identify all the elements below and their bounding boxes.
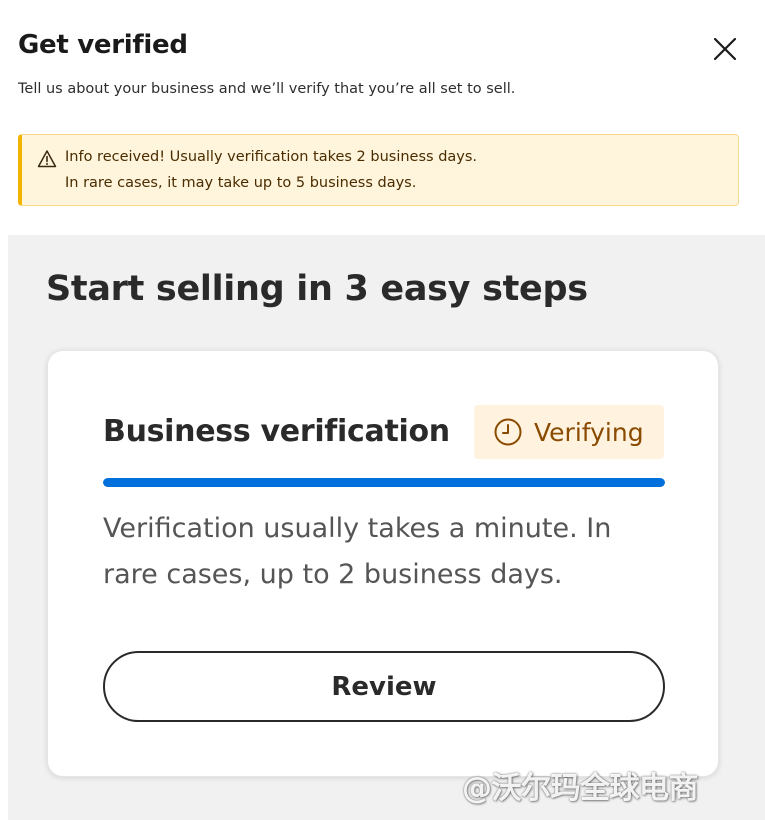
info-alert: Info received! Usually verification take… (18, 134, 739, 206)
status-badge: Verifying (474, 405, 664, 459)
progress-bar-fill (103, 478, 665, 487)
dialog-title: Get verified (18, 30, 188, 60)
steps-heading: Start selling in 3 easy steps (46, 269, 588, 309)
steps-panel: Start selling in 3 easy steps Business v… (8, 235, 765, 820)
warning-icon (37, 150, 57, 168)
watermark: @沃尔玛全球电商 (462, 771, 699, 806)
alert-message-line2: In rare cases, it may take up to 5 busin… (65, 175, 417, 191)
status-label: Verifying (534, 417, 644, 447)
card-title: Business verification (103, 414, 450, 449)
business-verification-card: Business verification Verifying Verifica… (47, 350, 719, 777)
close-button[interactable] (706, 30, 744, 68)
dialog-subtitle: Tell us about your business and we’ll ve… (18, 81, 516, 97)
dialog-header: Get verified Tell us about your business… (0, 0, 765, 235)
progress-bar (103, 478, 665, 487)
close-icon (713, 37, 737, 61)
alert-message-line1: Info received! Usually verification take… (65, 149, 478, 165)
card-description: Verification usually takes a minute. In … (103, 513, 612, 590)
clock-icon (494, 418, 522, 446)
review-button[interactable]: Review (103, 651, 665, 722)
